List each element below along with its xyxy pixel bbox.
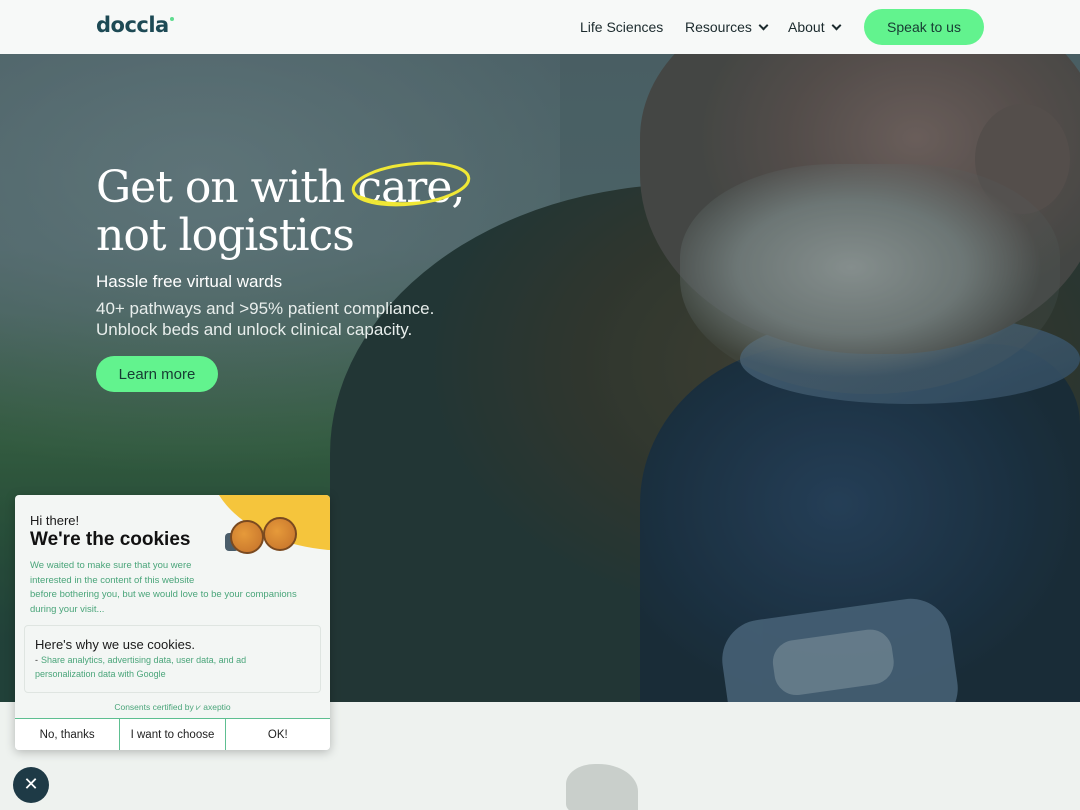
cookie-mascot-icon	[230, 520, 264, 554]
nav-item-resources[interactable]: Resources	[685, 19, 769, 35]
hero-description: 40+ pathways and >95% patient compliance…	[96, 298, 434, 340]
cookie-mascot-icon	[263, 517, 297, 551]
nav-item-life-sciences[interactable]: Life Sciences	[580, 19, 663, 35]
no-thanks-button[interactable]: No, thanks	[15, 719, 120, 750]
axeptio-certification[interactable]: Consents certified by ⩗ axeptio	[15, 702, 330, 713]
cookie-intro-line: before bothering you, but we would love …	[30, 589, 297, 600]
circled-word: care	[352, 161, 471, 213]
doccla-logo[interactable]: doccla	[96, 13, 174, 37]
hero-headline: Get on with care, not logistics	[96, 161, 471, 261]
top-navbar: doccla Life Sciences Resources About Spe…	[0, 0, 1080, 54]
cookie-intro-line: interested in the content of this websit…	[30, 574, 195, 586]
logo-text: doccla	[96, 13, 169, 37]
headline-text: ,	[451, 162, 465, 213]
nav-item-label: Life Sciences	[580, 19, 664, 35]
hero-subhead: Hassle free virtual wards	[96, 272, 283, 291]
map-illustration	[566, 764, 638, 810]
cookie-close-button[interactable]: ✕	[13, 767, 49, 803]
cookie-intro-line: during your visit...	[30, 603, 105, 615]
cookie-intro: We waited to make sure that you were int…	[30, 559, 315, 617]
nav-item-label: About	[788, 19, 825, 35]
list-dash: -	[35, 655, 38, 665]
learn-more-button[interactable]: Learn more	[96, 356, 218, 392]
chevron-down-icon	[831, 20, 842, 30]
chevron-down-icon	[758, 20, 769, 30]
headline-text: Get on with	[96, 162, 358, 213]
nav-item-label: Resources	[685, 19, 752, 35]
circled-word-text: care	[357, 162, 452, 213]
cookie-title: We're the cookies	[30, 529, 191, 550]
headline-line-1: Get on with care,	[96, 161, 471, 213]
ok-button[interactable]: OK!	[224, 719, 330, 750]
hero-description-line: 40+ pathways and >95% patient compliance…	[96, 299, 435, 318]
logo-dot	[169, 17, 174, 21]
cookie-purpose-item: - Share analytics, advertising data, user…	[35, 654, 305, 681]
cookie-greeting: Hi there!	[30, 513, 80, 528]
cookie-consent-dialog: Hi there! We're the cookies We waited to…	[15, 495, 330, 750]
hero-description-line: Unblock beds and unlock clinical capacit…	[96, 320, 413, 339]
cookie-intro-line: We waited to make sure that you were	[30, 560, 192, 571]
cookie-purpose-box: Here's why we use cookies. - Share analyt…	[24, 625, 321, 693]
close-icon: ✕	[23, 774, 39, 795]
speak-to-us-button[interactable]: Speak to us	[864, 9, 984, 45]
headline-line-2: not logistics	[96, 210, 355, 261]
cookie-purpose-title: Here's why we use cookies.	[35, 637, 195, 652]
i-want-to-choose-button[interactable]: I want to choose	[119, 719, 225, 750]
nav-item-about[interactable]: About	[788, 19, 842, 35]
cookie-button-row: No, thanks I want to choose OK!	[15, 718, 330, 750]
cookie-purpose-text: Share analytics, advertising data, user …	[35, 655, 247, 679]
